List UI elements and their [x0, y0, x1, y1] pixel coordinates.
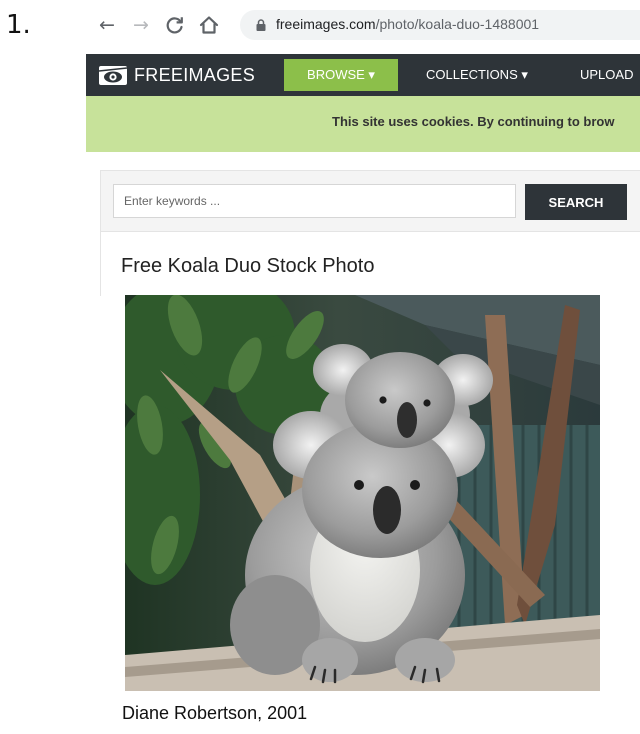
site-logo[interactable]: FREEIMAGES	[98, 62, 255, 88]
url-domain: freeimages.com	[276, 16, 376, 32]
search-input[interactable]	[113, 184, 516, 218]
search-bar: SEARCH	[101, 171, 640, 232]
list-number: 1.	[6, 10, 31, 40]
camera-eye-logo-icon	[98, 66, 128, 85]
home-icon[interactable]	[196, 12, 222, 38]
browser-toolbar: ← → freeimages.com/photo/koala-duo-14880…	[86, 0, 640, 54]
browser-window: ← → freeimages.com/photo/koala-duo-14880…	[86, 0, 640, 296]
nav-browse[interactable]: BROWSE ▾	[284, 59, 398, 91]
photo-caption: Diane Robertson, 2001	[122, 703, 308, 723]
reload-icon[interactable]	[162, 12, 188, 38]
logo-text: FREEIMAGES	[134, 64, 256, 85]
lock-icon	[256, 19, 266, 31]
forward-arrow-icon[interactable]: →	[128, 12, 154, 38]
search-button[interactable]: SEARCH	[525, 184, 627, 220]
nav-collections[interactable]: COLLECTIONS ▾	[426, 59, 528, 91]
url-path: /photo/koala-duo-1488001	[375, 16, 540, 32]
nav-upload[interactable]: UPLOAD	[580, 59, 633, 91]
document-page: 1. ← → freeimages.com/photo/koala-duo-14…	[0, 0, 640, 734]
koala-photo	[125, 295, 600, 691]
cookie-banner: This site uses cookies. By continuing to…	[86, 96, 640, 152]
back-arrow-icon[interactable]: ←	[94, 12, 120, 38]
url-text: freeimages.com/photo/koala-duo-1488001	[276, 16, 539, 32]
cookie-notice-text: This site uses cookies. By continuing to…	[332, 114, 615, 129]
address-bar[interactable]: freeimages.com/photo/koala-duo-1488001	[240, 10, 640, 40]
content-panel: SEARCH Free Koala Duo Stock Photo	[100, 170, 640, 296]
page-title: Free Koala Duo Stock Photo	[121, 255, 375, 277]
site-header: FREEIMAGES BROWSE ▾ COLLECTIONS ▾ UPLOAD	[86, 54, 640, 96]
